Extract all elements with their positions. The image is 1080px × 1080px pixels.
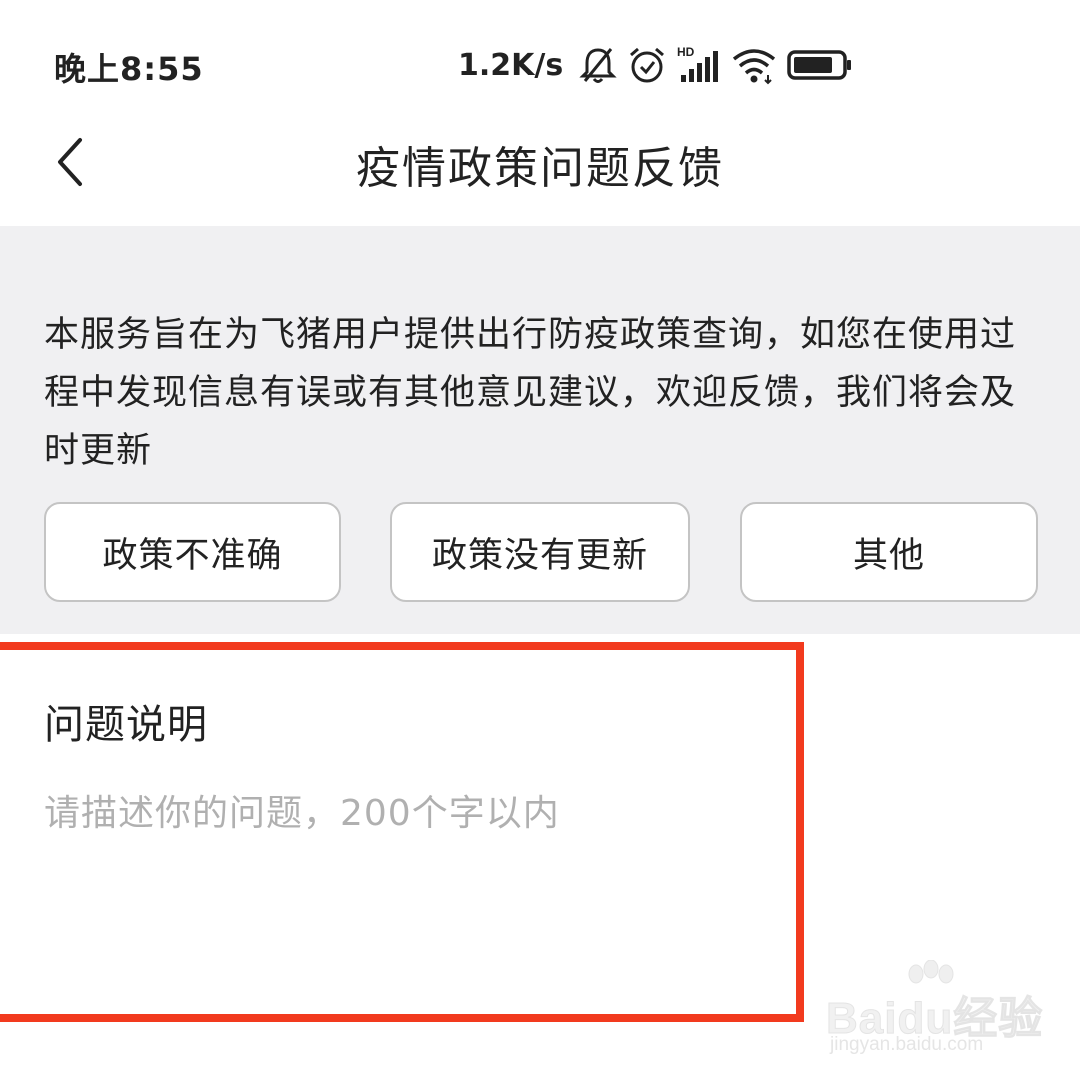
problem-label: 问题说明 — [44, 702, 208, 748]
status-time: 晚上8:55 — [54, 50, 204, 88]
feedback-type-options: 政策不准确 政策没有更新 其他 — [44, 502, 1038, 606]
hd-badge: HD — [677, 45, 695, 59]
alarm-icon — [627, 45, 667, 85]
option-policy-inaccurate[interactable]: 政策不准确 — [44, 502, 341, 602]
feedback-page: 晚上8:55 1.2K/s HD 疫情政策问题反馈 本服务旨在为飞猪用户提供出行… — [0, 0, 1080, 1080]
problem-section: 问题说明 — [0, 634, 1080, 1080]
page-title: 疫情政策问题反馈 — [356, 143, 724, 194]
bell-muted-icon — [579, 45, 617, 85]
option-other[interactable]: 其他 — [740, 502, 1038, 602]
service-description: 本服务旨在为飞猪用户提供出行防疫政策查询，如您在使用过程中发现信息有误或有其他意… — [44, 315, 1017, 471]
wifi-icon — [731, 45, 777, 85]
option-policy-not-updated[interactable]: 政策没有更新 — [390, 502, 690, 602]
network-speed: 1.2K/s — [458, 47, 564, 83]
nav-bar: 疫情政策问题反馈 — [0, 110, 1080, 226]
hd-signal-icon: HD — [677, 45, 721, 85]
problem-description-input[interactable] — [44, 784, 784, 964]
info-section: 本服务旨在为飞猪用户提供出行防疫政策查询，如您在使用过程中发现信息有误或有其他意… — [0, 226, 1080, 634]
status-indicators: 1.2K/s HD — [458, 40, 853, 90]
battery-icon — [787, 45, 853, 85]
